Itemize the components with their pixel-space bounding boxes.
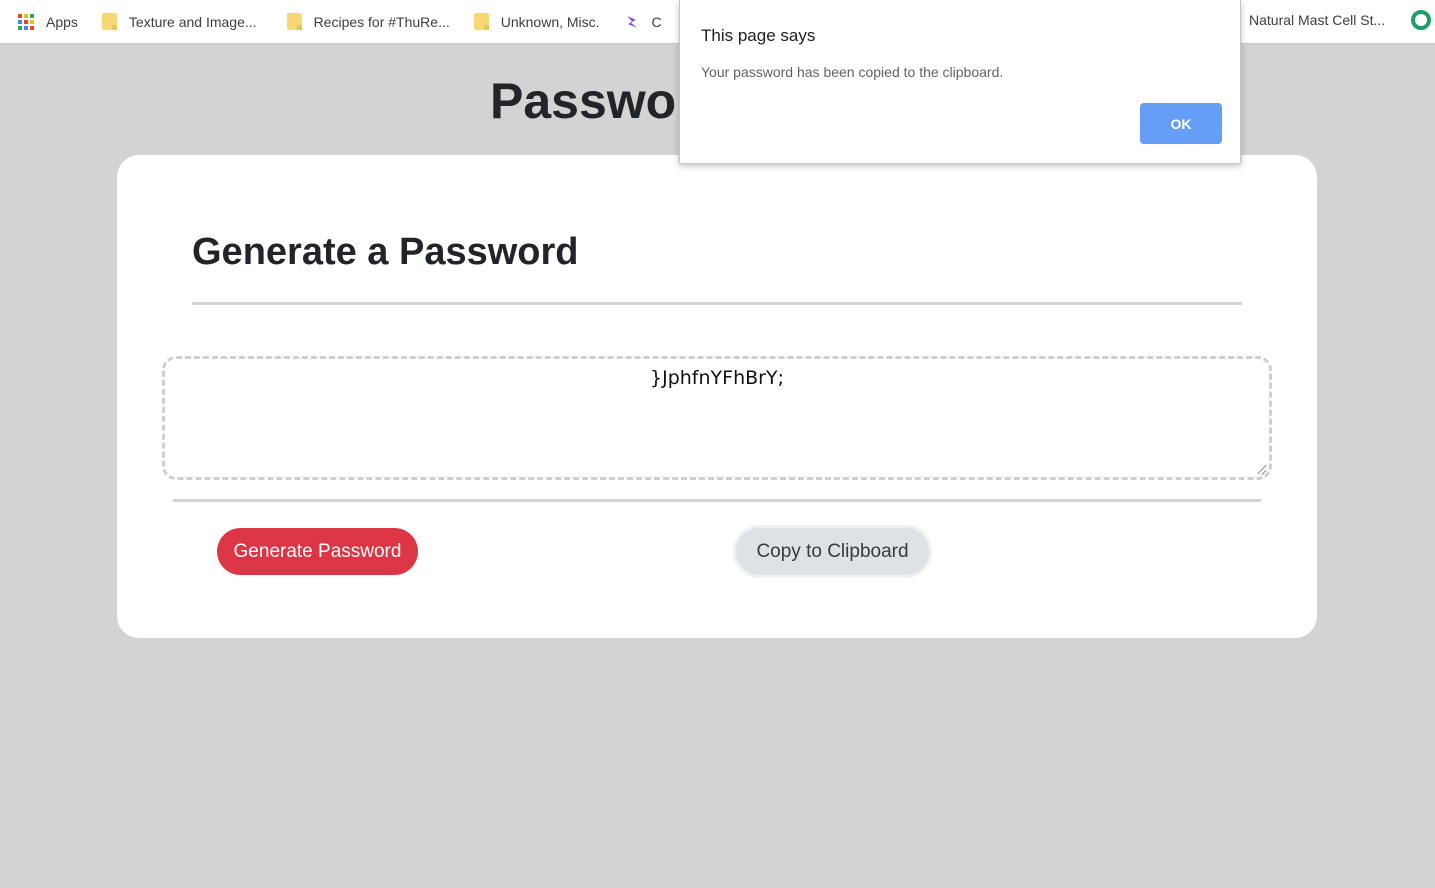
bookmark-label: Recipes for #ThuRe...: [313, 13, 450, 30]
password-textarea[interactable]: }JphfnYFhBrY;: [162, 356, 1272, 480]
bookmark-folder-recipes[interactable]: Recipes for #ThuRe...: [286, 13, 450, 30]
folder-icon: [101, 13, 117, 30]
divider: [192, 302, 1242, 305]
copy-to-clipboard-button[interactable]: Copy to Clipboard: [733, 525, 932, 578]
dialog-title: This page says: [701, 26, 816, 45]
bookmark-partial[interactable]: C: [624, 14, 662, 30]
resize-handle-icon[interactable]: [1256, 464, 1266, 474]
password-value: }JphfnYFhBrY;: [650, 367, 784, 389]
bookmark-label: Natural Mast Cell St...: [1249, 12, 1386, 28]
folder-icon: [473, 13, 489, 30]
card-title: Generate a Password: [192, 231, 579, 273]
bookmark-label: C: [651, 13, 662, 30]
bookmark-folder-texture[interactable]: Texture and Image...: [101, 13, 257, 30]
bookmark-label: Unknown, Misc.: [500, 13, 600, 30]
divider: [173, 499, 1261, 502]
generator-card: Generate a Password }JphfnYFhBrY; Genera…: [117, 155, 1317, 638]
bookmark-mast-cell[interactable]: Natural Mast Cell St...: [1249, 10, 1431, 30]
alert-dialog: This page says Your password has been co…: [679, 0, 1241, 164]
dialog-message: Your password has been copied to the cli…: [701, 64, 1004, 80]
bookmark-folder-unknown[interactable]: Unknown, Misc.: [473, 13, 600, 30]
folder-icon: [286, 13, 302, 30]
bookmark-logo-icon: [624, 14, 640, 30]
apps-grid-icon: [18, 13, 34, 30]
bookmark-apps[interactable]: Apps: [18, 13, 78, 30]
dialog-ok-button[interactable]: OK: [1140, 103, 1222, 144]
bookmark-label: Texture and Image...: [128, 13, 257, 30]
generate-password-button[interactable]: Generate Password: [217, 528, 418, 575]
site-ring-icon: [1411, 10, 1431, 30]
bookmark-label: Apps: [46, 13, 78, 30]
